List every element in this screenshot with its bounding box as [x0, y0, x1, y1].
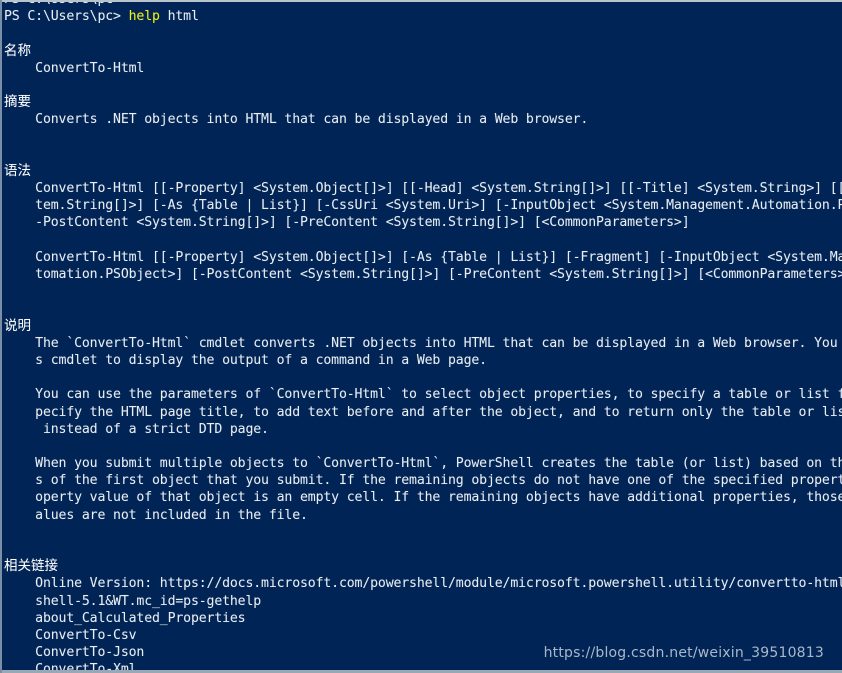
description-line: When you submit multiple objects to `Con…	[4, 456, 842, 472]
command-arguments: html	[159, 9, 199, 25]
section-header-syntax: 语法	[4, 162, 31, 179]
csdn-blog-watermark: https://blog.csdn.net/weixin_39510813	[543, 645, 824, 661]
description-line: s of the first object that you submit. I…	[4, 473, 842, 489]
related-link-item: about_Calculated_Properties	[4, 610, 246, 626]
section-header-synopsis: 摘要	[4, 94, 31, 111]
description-line: alues are not included in the file.	[4, 507, 308, 523]
section-header-description: 说明	[4, 317, 31, 334]
syntax-line: ConvertTo-Html [[-Property] <System.Obje…	[4, 181, 842, 197]
description-line: instead of a strict DTD page.	[4, 421, 269, 437]
syntax-line: tomation.PSObject>] [-PostContent <Syste…	[4, 267, 842, 282]
prompt-line[interactable]: PS C:\Users\pc> help html	[4, 8, 842, 25]
command-token: help	[128, 9, 160, 25]
related-link-item: ConvertTo-Csv	[4, 627, 137, 643]
description-line: pecify the HTML page title, to add text …	[4, 404, 842, 420]
syntax-line: -PostContent <System.String[]>] [-PreCon…	[4, 215, 690, 231]
prompt-line-clipped: PS C:\Users\pc>	[4, 0, 842, 8]
related-link-line: shell-5.1&WT.mc_id=ps-gethelp	[4, 593, 262, 609]
powershell-console-window[interactable]: PS C:\Users\pc> PS C:\Users\pc> help htm…	[0, 0, 842, 673]
related-link-item: ConvertTo-Xml	[4, 662, 137, 673]
description-line: s cmdlet to display the output of a comm…	[4, 352, 487, 368]
prompt-text-clipped: PS C:\Users\pc>	[4, 0, 121, 7]
syntax-line: ConvertTo-Html [[-Property] <System.Obje…	[4, 249, 842, 265]
section-header-name: 名称	[4, 42, 31, 59]
description-line: operty value of that object is an empty …	[4, 490, 842, 506]
synopsis-text: Converts .NET objects into HTML that can…	[4, 112, 589, 128]
related-link-line: Online Version: https://docs.microsoft.c…	[4, 576, 842, 592]
section-header-related-links: 相关链接	[4, 558, 58, 575]
prompt-text: PS C:\Users\pc>	[4, 9, 129, 25]
console-output-area: PS C:\Users\pc> PS C:\Users\pc> help htm…	[4, 0, 842, 673]
name-value: ConvertTo-Html	[4, 60, 145, 76]
syntax-line: tem.String[]>] [-As {Table | List}] [-Cs…	[4, 198, 842, 214]
description-line: The `ConvertTo-Html` cmdlet converts .NE…	[4, 335, 842, 351]
description-line: You can use the parameters of `ConvertTo…	[4, 387, 842, 403]
